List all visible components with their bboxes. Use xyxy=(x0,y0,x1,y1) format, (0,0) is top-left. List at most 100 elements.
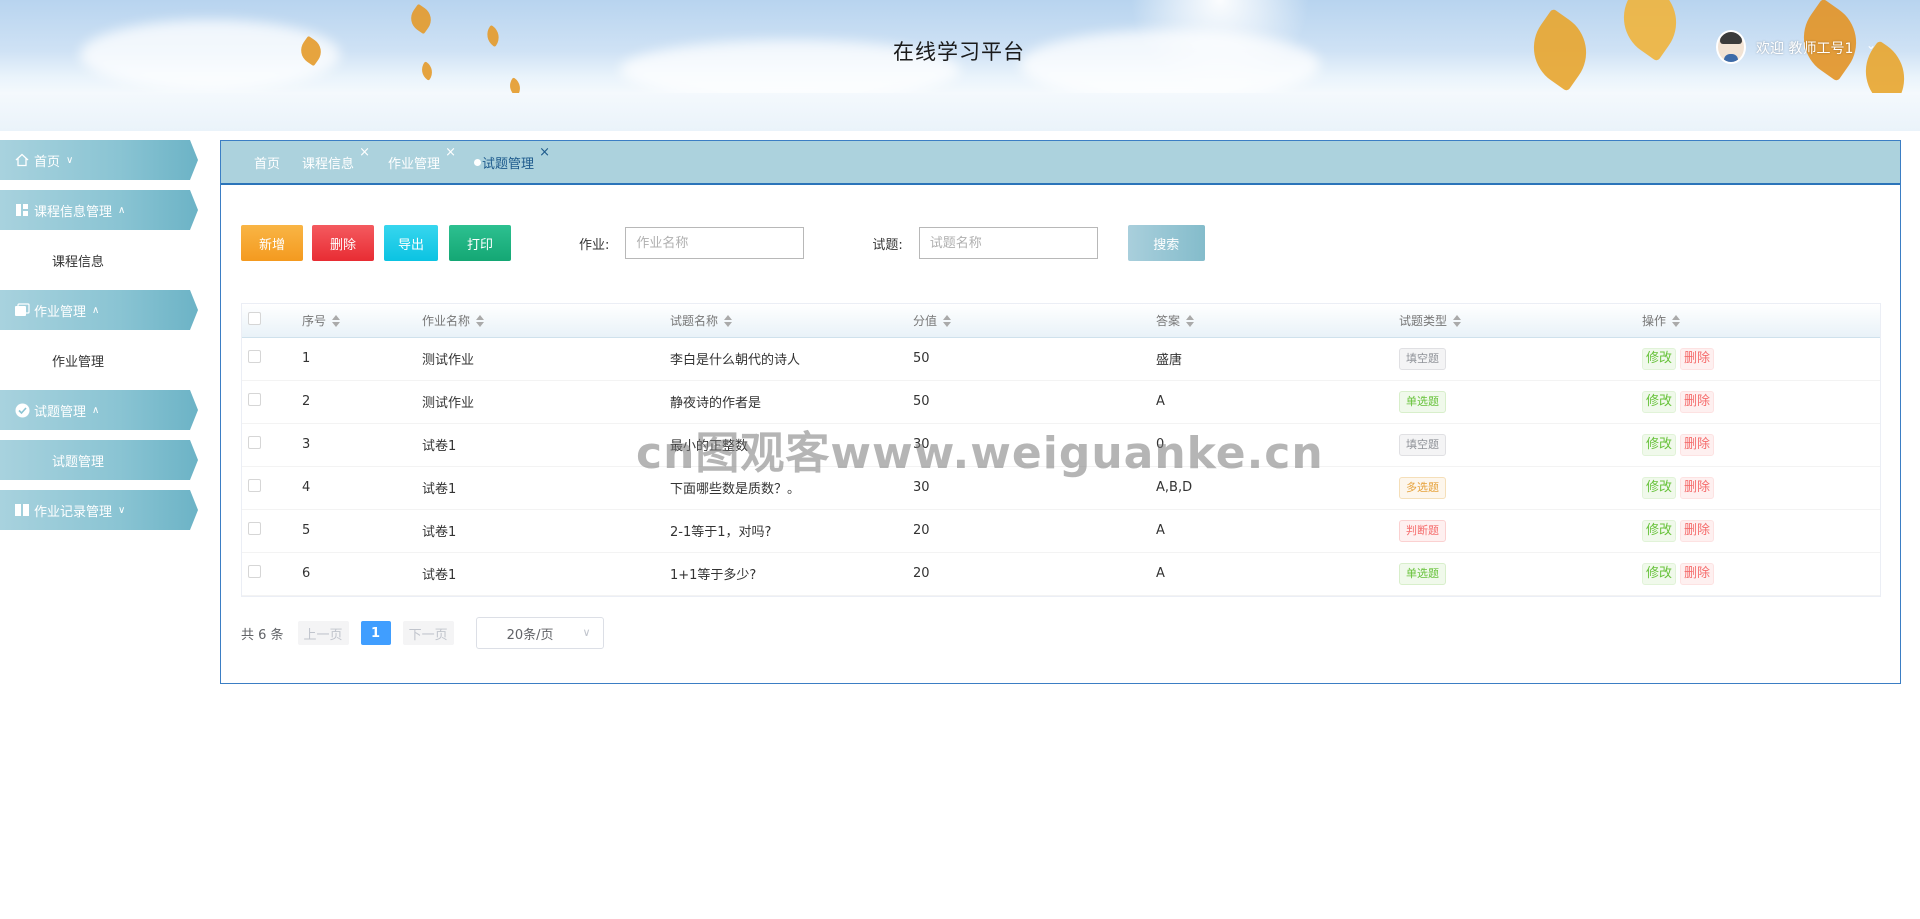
next-page-button[interactable]: 下一页 xyxy=(402,621,454,645)
main-panel: 首页 课程信息 × 作业管理 × 试题管理 × 新增 删除 导出 打印 作业: … xyxy=(220,140,1901,684)
tab-question-management[interactable]: 试题管理 × xyxy=(474,145,550,172)
question-type-badge: 填空题 xyxy=(1399,347,1446,370)
edit-button[interactable]: 修改 xyxy=(1642,519,1677,542)
welcome-user[interactable]: 欢迎 教师工号1 xyxy=(1756,38,1853,58)
sidebar-subitem-homework[interactable]: 作业管理 xyxy=(0,340,198,380)
question-type-badge: 多选题 xyxy=(1399,476,1446,499)
leaf-decoration xyxy=(505,77,525,93)
leaf-decoration xyxy=(1518,8,1602,92)
table-row[interactable]: 3 试卷1 最小的正整数 30 0 填空题 修改 删除 xyxy=(242,423,1880,467)
row-delete-button[interactable]: 删除 xyxy=(1680,562,1715,585)
table-row[interactable]: 1 测试作业 李白是什么朝代的诗人 50 盛唐 填空题 修改 删除 xyxy=(242,337,1880,381)
leaf-decoration xyxy=(405,3,437,35)
edit-button[interactable]: 修改 xyxy=(1642,476,1677,499)
sidebar-item-label: 作业管理 xyxy=(34,304,87,320)
sort-icon[interactable] xyxy=(476,315,485,328)
cell-question: 1+1等于多少? xyxy=(670,552,913,596)
column-header-question[interactable]: 试题名称 xyxy=(670,304,913,338)
add-button[interactable]: 新增 xyxy=(241,225,303,261)
tab-label: 课程信息 xyxy=(302,156,355,172)
tab-course-info[interactable]: 课程信息 × xyxy=(302,145,370,172)
grid-icon xyxy=(14,202,30,218)
sidebar-item-course-management[interactable]: 课程信息管理 ∧ xyxy=(0,190,198,230)
sort-icon[interactable] xyxy=(1186,315,1195,328)
question-type-badge: 单选题 xyxy=(1399,562,1446,585)
row-delete-button[interactable]: 删除 xyxy=(1680,347,1715,370)
export-button[interactable]: 导出 xyxy=(384,225,438,261)
chevron-up-icon: ∧ xyxy=(92,304,100,316)
sidebar-item-home[interactable]: 首页 ∨ xyxy=(0,140,198,180)
header-banner: 在线学习平台 欢迎 教师工号1 ⌄ xyxy=(0,0,1920,93)
cell-homework: 试卷1 xyxy=(422,509,670,553)
cell-no: 4 xyxy=(302,466,422,510)
table-row[interactable]: 2 测试作业 静夜诗的作者是 50 A 单选题 修改 删除 xyxy=(242,380,1880,424)
edit-button[interactable]: 修改 xyxy=(1642,562,1677,585)
toolbar: 新增 删除 导出 打印 作业: 试题: 搜索 xyxy=(241,225,1205,261)
sidebar-subitem-course-info[interactable]: 课程信息 xyxy=(0,240,198,280)
row-delete-button[interactable]: 删除 xyxy=(1680,433,1715,456)
question-name-input[interactable] xyxy=(918,227,1098,259)
cell-question: 2-1等于1，对吗? xyxy=(670,509,913,553)
sort-icon[interactable] xyxy=(1453,315,1462,328)
row-checkbox[interactable] xyxy=(248,522,261,535)
prev-page-button[interactable]: 上一页 xyxy=(297,621,349,645)
delete-button[interactable]: 删除 xyxy=(312,225,374,261)
column-header-no[interactable]: 序号 xyxy=(302,304,422,338)
column-header-score[interactable]: 分值 xyxy=(913,304,1156,338)
column-header-homework[interactable]: 作业名称 xyxy=(422,304,670,338)
cell-question: 静夜诗的作者是 xyxy=(670,380,913,424)
table-row[interactable]: 5 试卷1 2-1等于1，对吗? 20 A 判断题 修改 删除 xyxy=(242,509,1880,553)
select-all-checkbox[interactable] xyxy=(248,312,261,326)
avatar[interactable] xyxy=(1716,30,1746,64)
cell-homework: 试卷1 xyxy=(422,423,670,467)
column-header-type[interactable]: 试题类型 xyxy=(1399,304,1642,338)
page-size-select[interactable]: 20条/页 ∨ xyxy=(475,617,604,649)
close-icon[interactable]: × xyxy=(539,145,550,160)
tab-homework-management[interactable]: 作业管理 × xyxy=(388,145,456,172)
sidebar-item-label: 课程信息管理 xyxy=(34,204,113,220)
row-delete-button[interactable]: 删除 xyxy=(1680,390,1715,413)
chevron-up-icon: ∧ xyxy=(118,204,126,216)
edit-button[interactable]: 修改 xyxy=(1642,433,1677,456)
page-number-button[interactable]: 1 xyxy=(360,621,391,645)
cloud xyxy=(1020,30,1320,93)
table-row[interactable]: 4 试卷1 下面哪些数是质数？。 30 A,B,D 多选题 修改 删除 xyxy=(242,466,1880,510)
sort-icon[interactable] xyxy=(332,315,341,328)
sort-icon[interactable] xyxy=(724,315,733,328)
close-icon[interactable]: × xyxy=(359,145,370,160)
cell-score: 30 xyxy=(913,466,1156,510)
cell-homework: 测试作业 xyxy=(422,337,670,381)
tab-label: 作业管理 xyxy=(388,156,441,172)
homework-name-input[interactable] xyxy=(625,227,805,259)
row-checkbox[interactable] xyxy=(248,479,261,492)
sort-icon[interactable] xyxy=(1672,315,1681,328)
row-delete-button[interactable]: 删除 xyxy=(1680,519,1715,542)
row-checkbox[interactable] xyxy=(248,436,261,449)
close-icon[interactable]: × xyxy=(445,145,456,160)
leaf-decoration xyxy=(417,61,437,81)
cell-homework: 试卷1 xyxy=(422,466,670,510)
column-header-answer[interactable]: 答案 xyxy=(1156,304,1399,338)
row-checkbox[interactable] xyxy=(248,393,261,406)
sort-icon[interactable] xyxy=(943,315,952,328)
edit-button[interactable]: 修改 xyxy=(1642,390,1677,413)
print-button[interactable]: 打印 xyxy=(449,225,511,261)
sidebar-item-question-management[interactable]: 试题管理 ∧ xyxy=(0,390,198,430)
sidebar-item-homework-record-management[interactable]: 作业记录管理 ∨ xyxy=(0,490,198,530)
table-row[interactable]: 6 试卷1 1+1等于多少? 20 A 单选题 修改 删除 xyxy=(242,552,1880,596)
site-title: 在线学习平台 xyxy=(893,40,1025,64)
cell-answer: A xyxy=(1156,380,1399,424)
page-size-value: 20条/页 xyxy=(506,627,554,643)
chevron-down-icon[interactable]: ⌄ xyxy=(1866,38,1876,52)
row-delete-button[interactable]: 删除 xyxy=(1680,476,1715,499)
sidebar-item-homework-management[interactable]: 作业管理 ∧ xyxy=(0,290,198,330)
search-button[interactable]: 搜索 xyxy=(1127,225,1205,261)
sidebar-subitem-question[interactable]: 试题管理 xyxy=(0,440,198,480)
column-header-actions[interactable]: 操作 xyxy=(1642,304,1880,338)
tab-label: 试题管理 xyxy=(482,156,535,172)
tab-home[interactable]: 首页 xyxy=(254,153,280,172)
row-checkbox[interactable] xyxy=(248,350,261,363)
row-checkbox[interactable] xyxy=(248,565,261,578)
edit-button[interactable]: 修改 xyxy=(1642,347,1677,370)
question-filter-label: 试题: xyxy=(872,237,903,253)
